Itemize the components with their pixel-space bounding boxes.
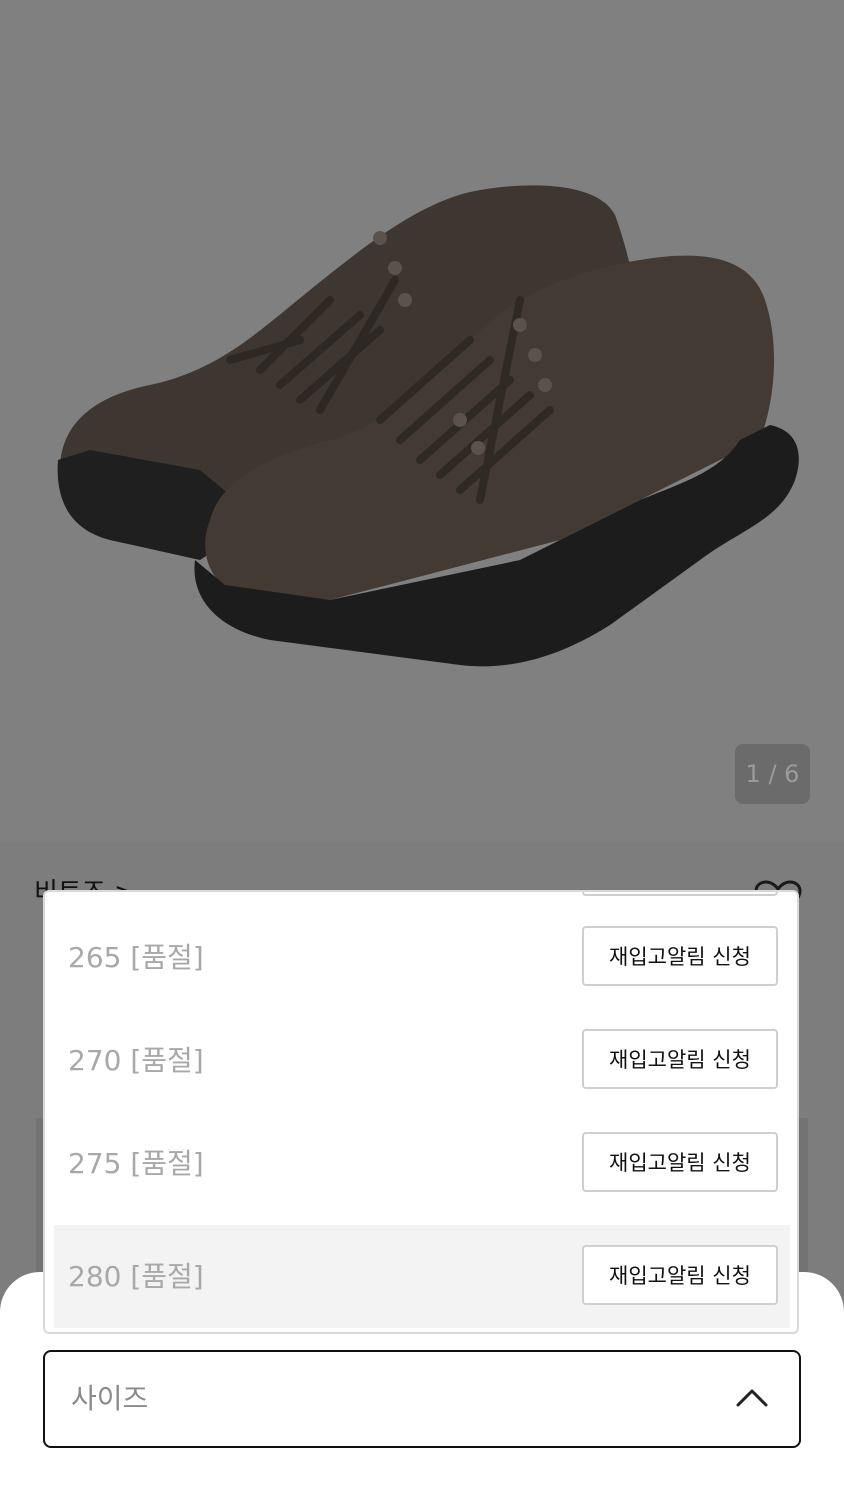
size-option-row[interactable]: 270 [품절] 재입고알림 신청 <box>54 1009 790 1112</box>
size-option-label: 275 [품절] <box>68 1147 204 1180</box>
restock-notify-button[interactable]: 재입고알림 신청 <box>582 926 778 986</box>
size-select[interactable]: 사이즈 <box>43 1350 801 1448</box>
product-image[interactable]: 1 / 6 <box>0 0 844 842</box>
image-counter: 1 / 6 <box>735 744 810 804</box>
restock-notify-button[interactable]: 재입고알림 신청 <box>582 1132 778 1192</box>
restock-notify-button[interactable]: 재입고알림 신청 <box>582 1245 778 1305</box>
restock-notify-button-partial[interactable] <box>582 892 778 896</box>
size-option-label: 280 [품절] <box>68 1260 204 1293</box>
size-option-label: 270 [품절] <box>68 1044 204 1077</box>
chevron-up-icon <box>736 1389 768 1407</box>
size-option-label: 265 [품절] <box>68 941 204 974</box>
size-options-list[interactable]: 265 [품절] 재입고알림 신청 270 [품절] 재입고알림 신청 275 … <box>43 890 799 1334</box>
sneakers-illustration <box>57 185 799 667</box>
size-option-row-selected[interactable]: 280 [품절] 재입고알림 신청 <box>54 1225 790 1328</box>
restock-notify-button[interactable]: 재입고알림 신청 <box>582 1029 778 1089</box>
size-option-row[interactable]: 265 [품절] 재입고알림 신청 <box>54 906 790 1009</box>
size-option-row[interactable]: 275 [품절] 재입고알림 신청 <box>54 1112 790 1215</box>
size-select-placeholder: 사이즈 <box>71 1382 149 1415</box>
